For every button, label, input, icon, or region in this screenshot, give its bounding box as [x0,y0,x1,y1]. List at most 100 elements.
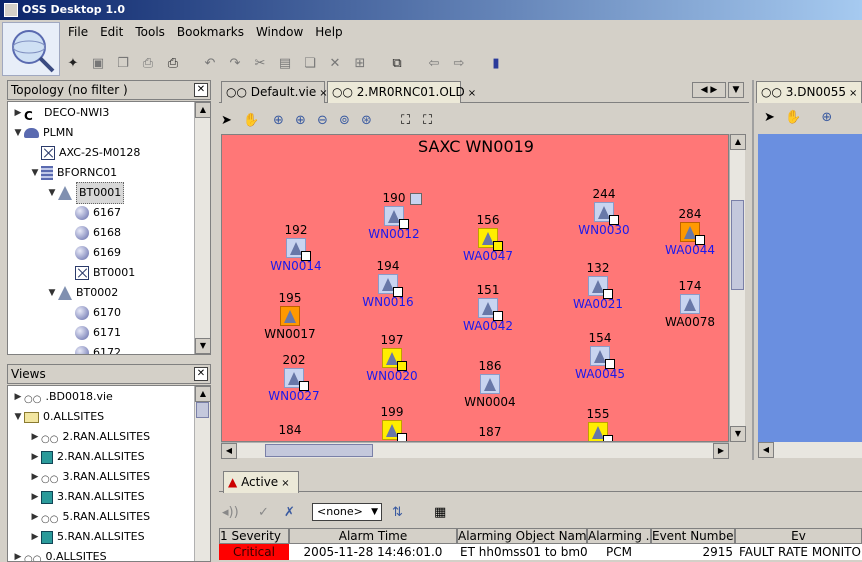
expand-toggle-icon[interactable]: ▼ [46,283,58,303]
duplicate-icon[interactable]: ❏ [299,52,321,74]
filter-dropdown[interactable]: <none> ▼ [312,503,382,521]
topology-tree-item[interactable]: 6167 [63,203,121,223]
copy-icon[interactable]: ❐ [112,52,134,74]
base-station-icon[interactable] [382,348,407,371]
menu-tools[interactable]: Tools [129,22,171,42]
scroll-up-icon[interactable]: ▲ [195,386,210,402]
scroll-up-icon[interactable]: ▲ [195,102,210,118]
base-station-icon[interactable] [384,206,409,229]
scroll-right-icon[interactable]: ▶ [713,443,729,459]
column-header[interactable]: Alarming Object Name [457,528,587,544]
refresh-icon[interactable]: ⇅ [392,505,434,520]
base-station-icon[interactable] [284,368,309,391]
tab-scroll-buttons[interactable]: ◀ ▶ [692,82,726,98]
base-station-icon[interactable] [478,228,503,251]
topology-tree-item[interactable]: 6170 [63,303,121,323]
topology-tree-item[interactable]: 6172 [63,343,121,354]
table-cell-text[interactable]: FAULT RATE MONITORIN [735,544,862,560]
cut-icon[interactable]: ✂ [249,52,271,74]
tab-active-alarms[interactable]: ▲ Active × [223,471,299,493]
fullscreen-icon[interactable]: ⛶ [423,113,445,128]
expand-toggle-icon[interactable]: ▶ [29,487,41,507]
views-tree-item[interactable]: ▶ 3.RAN.ALLSITES [29,487,145,507]
undo-icon[interactable]: ↶ [199,52,221,74]
network-node[interactable]: 192 WN0014 [266,223,326,273]
base-station-icon[interactable] [590,346,615,369]
network-node[interactable]: 202 WN0027 [264,353,324,403]
column-header[interactable]: Event Number [651,528,735,544]
unacknowledge-icon[interactable]: ✗ [284,505,312,520]
views-tree-item[interactable]: ▶ 5.RAN.ALLSITES [29,527,145,547]
network-node[interactable]: 155 [568,407,628,441]
back-icon[interactable]: ⇦ [423,52,445,74]
scroll-left-icon[interactable]: ◀ [221,443,237,459]
network-node[interactable]: 244 WN0030 [574,187,634,237]
forward-icon[interactable]: ⇨ [448,52,470,74]
network-node[interactable]: 197 WN0020 [362,333,422,383]
topology-scrollbar[interactable]: ▲ ▼ [194,102,210,354]
zoom-in-icon[interactable]: ⊕ [821,110,832,125]
topology-tree-item[interactable]: 6169 [63,243,121,263]
select-all-icon[interactable]: ⊞ [349,52,371,74]
column-header[interactable]: Alarming ... [587,528,651,544]
topology-tree-item[interactable]: AXC-2S-M0128 [29,143,140,163]
network-node[interactable]: 174 WA0078 [660,279,720,329]
delete-icon[interactable]: ✕ [324,52,346,74]
tab-mr0rnc01-old[interactable]: ○○ 2.MR0RNC01.OLD × [327,81,476,103]
menu-help[interactable]: Help [309,22,348,42]
pointer-icon[interactable]: ➤ [764,110,775,125]
splitter[interactable] [213,80,217,562]
scroll-left-icon[interactable]: ◀ [758,442,774,458]
close-icon[interactable]: × [468,88,476,99]
column-header[interactable]: Alarm Time [289,528,457,544]
topology-tree-item[interactable]: ▼ BT0002 [46,283,118,303]
tab-dn0055[interactable]: ○○ 3.DN0055 × [756,81,862,103]
table-cell-object[interactable]: ET hh0mss01 to bm0... [457,544,587,560]
save-icon[interactable]: ▣ [87,52,109,74]
topology-tree-item[interactable]: 6171 [63,323,121,343]
network-node[interactable]: 186 WN0004 [460,359,520,409]
scroll-thumb[interactable] [196,402,209,418]
menu-window[interactable]: Window [250,22,309,42]
network-node[interactable]: 151 WA0042 [458,283,518,333]
views-tree-item[interactable]: ▶ ○○ 5.RAN.ALLSITES [29,507,151,527]
table-cell-event-number[interactable]: 2915 [651,544,735,560]
views-tree-item[interactable]: ▶ 2.RAN.ALLSITES [29,447,145,467]
base-station-icon[interactable] [680,294,700,314]
pan-hand-icon[interactable]: ✋ [243,113,273,128]
views-scrollbar[interactable]: ▲ [194,386,210,561]
expand-toggle-icon[interactable]: ▼ [12,407,24,427]
pan-hand-icon[interactable]: ✋ [785,110,801,125]
views-tree-item[interactable]: ▶ ○○ 2.RAN.ALLSITES [29,427,151,447]
bookmark-icon[interactable]: ▮ [485,52,507,74]
network-node[interactable]: 156 WA0047 [458,213,518,263]
close-icon[interactable]: × [849,88,857,99]
expand-toggle-icon[interactable]: ▶ [29,427,41,447]
topology-map-canvas[interactable]: SAXC WN0019 190 WN0012 244 WN0030 192 WN0014 1… [221,134,729,442]
map-horizontal-scrollbar[interactable]: ◀ ▶ [221,442,729,459]
views-tree-item[interactable]: ▶ ○○ 0.ALLSITES [12,547,107,561]
network-node[interactable]: 187 [460,425,520,439]
base-station-icon[interactable] [478,298,503,321]
column-header[interactable]: 1 Severity [219,528,289,544]
menu-edit[interactable]: Edit [94,22,129,42]
network-node[interactable]: 284 WA0044 [660,207,720,257]
zoom-in-icon[interactable]: ⊕ [273,113,295,128]
open-window-icon[interactable]: ⧉ [386,52,408,74]
new-icon[interactable]: ✦ [62,52,84,74]
network-node[interactable]: 190 WN0012 [364,191,424,241]
expand-toggle-icon[interactable]: ▶ [12,387,24,407]
table-cell-severity[interactable]: Critical [219,544,289,560]
zoom-fit-icon[interactable]: ⊚ [339,113,361,128]
topology-tree-item[interactable]: ▶ C DECO-NWI3 [12,103,110,123]
base-station-icon[interactable] [588,276,613,299]
network-node[interactable]: 154 WA0045 [570,331,630,381]
zoom-region-icon[interactable]: ⊕ [295,113,317,128]
tab-list-dropdown-icon[interactable]: ▼ [728,82,744,98]
close-icon[interactable]: × [281,478,289,489]
map-vertical-scrollbar[interactable]: ▲ ▼ [729,134,746,442]
expand-toggle-icon[interactable]: ▼ [29,163,41,183]
topology-tree-item[interactable]: ▼ BFORNC01 [29,163,117,183]
table-cell-time[interactable]: 2005-11-28 14:46:01.0 [289,544,457,560]
scroll-thumb[interactable] [265,444,373,457]
